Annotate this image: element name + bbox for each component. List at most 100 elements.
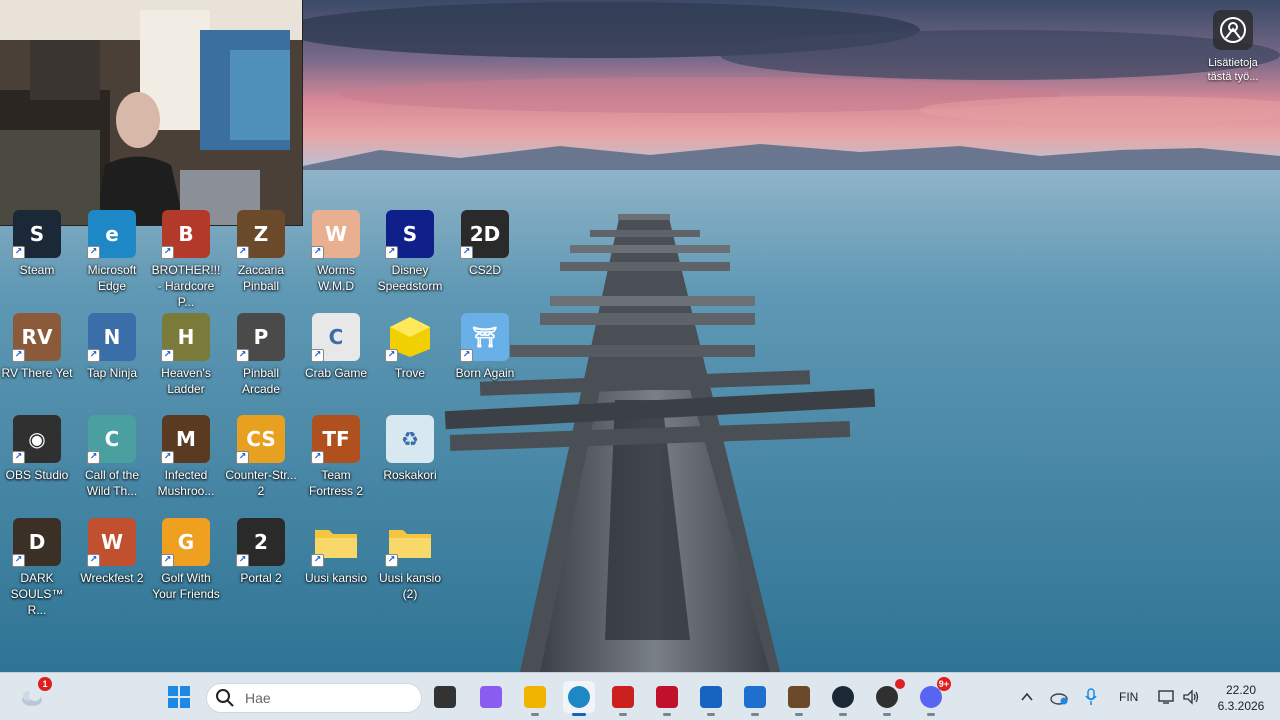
taskbar-app-game-character[interactable]	[783, 681, 815, 716]
taskbar-app-outlook[interactable]	[695, 681, 727, 716]
taskbar-app-mcafee[interactable]	[651, 681, 683, 716]
desktop-icon-label: Microsoft Edge	[87, 263, 137, 293]
shortcut-arrow-icon: ↗	[311, 246, 324, 259]
tap-ninja-icon: N ↗	[87, 313, 136, 362]
taskbar-app-file-explorer[interactable]	[519, 681, 551, 716]
microphone-tray[interactable]	[1075, 681, 1107, 713]
desktop-icon[interactable]: H ↗ Heaven's Ladder	[149, 313, 223, 397]
desktop-icon[interactable]: ⛩ ↗ Born Again	[448, 313, 522, 381]
desktop-icon[interactable]: G ↗ Golf With Your Friends	[149, 518, 223, 602]
desktop-icon[interactable]: D ↗ DARK SOULS™ R...	[0, 518, 74, 618]
desktop-icon-label: RV There Yet	[1, 366, 73, 380]
desktop-icon-label: Zaccaria Pinball	[237, 263, 284, 293]
microsoft-edge-icon	[568, 686, 590, 708]
learn-more-widget[interactable]: Lisätietoja tästä työ...	[1198, 10, 1268, 84]
desktop-icon-label: OBS Studio	[5, 468, 69, 482]
show-hidden-icons-button[interactable]	[1011, 681, 1043, 713]
shortcut-arrow-icon: ↗	[12, 554, 25, 567]
language-indicator[interactable]: FIN	[1119, 690, 1138, 704]
running-indicator	[663, 713, 671, 716]
file-explorer-dark-icon	[434, 686, 456, 708]
desktop-icon-label: CS2D	[468, 263, 501, 277]
search-input[interactable]	[245, 690, 405, 706]
taskbar-app-obs-studio[interactable]	[871, 679, 905, 716]
desktop-icon[interactable]: RV ↗ RV There Yet	[0, 313, 74, 381]
taskbar-app-steam[interactable]	[827, 681, 859, 716]
desktop-icon-label: Pinball Arcade	[241, 366, 281, 396]
desktop-icon[interactable]: ♻ Roskakori	[373, 415, 447, 483]
taskbar-app-copilot[interactable]	[475, 681, 507, 713]
desktop-icon-label: Roskakori	[383, 468, 437, 482]
learn-more-label[interactable]: Lisätietoja tästä työ...	[1198, 56, 1268, 84]
desktop-icon[interactable]: W ↗ Worms W.M.D	[299, 210, 373, 294]
pinball-arcade-icon: P ↗	[236, 313, 285, 362]
desktop-icon[interactable]: B ↗ BROTHER!!! - Hardcore P...	[149, 210, 223, 310]
desktop-icon[interactable]: N ↗ Tap Ninja	[75, 313, 149, 381]
shortcut-arrow-icon: ↗	[460, 246, 473, 259]
copilot-icon	[480, 686, 502, 708]
desktop-icon-label: BROTHER!!! - Hardcore P...	[151, 263, 221, 309]
lastpass-icon	[612, 686, 634, 708]
taskbar-app-file-explorer-dark[interactable]	[429, 681, 461, 713]
desktop-icon[interactable]: 2D ↗ CS2D	[448, 210, 522, 278]
shortcut-arrow-icon: ↗	[161, 451, 174, 464]
desktop-icon[interactable]: e ↗ Microsoft Edge	[75, 210, 149, 294]
desktop-icon[interactable]: ↗ Trove	[373, 313, 447, 381]
clock-time: 22.20	[1225, 683, 1257, 697]
weather-widget[interactable]: 1	[16, 677, 52, 713]
desktop-icon[interactable]: TF ↗ Team Fortress 2	[299, 415, 373, 499]
crab-game-icon: C ↗	[311, 313, 360, 362]
shortcut-arrow-icon: ↗	[161, 554, 174, 567]
game-character-icon	[788, 686, 810, 708]
zaccaria-pinball-icon: Z ↗	[236, 210, 285, 259]
desktop-icon[interactable]: CS ↗ Counter-Str... 2	[224, 415, 298, 499]
clock-date: 6.3.2026	[1217, 699, 1265, 713]
steam-icon: S ↗	[12, 210, 61, 259]
chevron-up-icon	[1021, 692, 1033, 701]
desktop-icon-label: Infected Mushroo...	[157, 468, 215, 498]
desktop-icon[interactable]: ↗ Uusi kansio (2)	[373, 518, 447, 602]
tf2-icon: TF ↗	[311, 415, 360, 464]
desktop-icon[interactable]: ↗ Uusi kansio	[299, 518, 373, 586]
desktop-icon[interactable]: ◉ ↗ OBS Studio	[0, 415, 74, 483]
folder-icon: ↗	[311, 518, 360, 567]
taskbar-app-microsoft-store[interactable]	[739, 681, 771, 716]
onedrive-tray[interactable]	[1043, 681, 1075, 713]
search-icon	[216, 689, 234, 707]
running-indicator	[531, 713, 539, 716]
desktop-icon[interactable]: C ↗ Crab Game	[299, 313, 373, 381]
desktop-icon-label: Heaven's Ladder	[161, 366, 211, 396]
taskbar-search[interactable]	[206, 683, 422, 713]
desktop-icon-label: Team Fortress 2	[308, 468, 363, 498]
desktop-icon-label: Uusi kansio (2)	[378, 571, 442, 601]
desktop-icon-label: Disney Speedstorm	[377, 263, 443, 293]
volume-tray[interactable]	[1175, 681, 1207, 713]
desktop-icon[interactable]: 2 ↗ Portal 2	[224, 518, 298, 586]
shortcut-arrow-icon: ↗	[236, 554, 249, 567]
shortcut-arrow-icon: ↗	[161, 246, 174, 259]
taskbar-app-discord[interactable]: 9+	[915, 677, 951, 716]
desktop-icon[interactable]: S ↗ Disney Speedstorm	[373, 210, 447, 294]
desktop-icon[interactable]: W ↗ Wreckfest 2	[75, 518, 149, 586]
desktop-icon-label: DARK SOULS™ R...	[10, 571, 64, 617]
camera-info-icon[interactable]	[1213, 10, 1253, 50]
microsoft-store-icon	[744, 686, 766, 708]
shortcut-arrow-icon: ↗	[311, 349, 324, 362]
desktop-icon[interactable]: S ↗ Steam	[0, 210, 74, 278]
running-indicator	[883, 713, 891, 716]
taskbar-app-microsoft-edge[interactable]	[563, 681, 595, 716]
desktop-icon[interactable]: Z ↗ Zaccaria Pinball	[224, 210, 298, 294]
shortcut-arrow-icon: ↗	[12, 349, 25, 362]
desktop-icon[interactable]: P ↗ Pinball Arcade	[224, 313, 298, 397]
desktop-icon-label: Crab Game	[304, 366, 368, 380]
start-button[interactable]	[163, 681, 195, 713]
brother-game-icon: B ↗	[161, 210, 210, 259]
taskbar-app-lastpass[interactable]	[607, 681, 639, 716]
shortcut-arrow-icon: ↗	[87, 349, 100, 362]
clock[interactable]: 22.20 6.3.2026	[1208, 682, 1274, 714]
shortcut-arrow-icon: ↗	[385, 349, 398, 362]
desktop-icon[interactable]: M ↗ Infected Mushroo...	[149, 415, 223, 499]
trove-icon: ↗	[385, 313, 434, 362]
desktop-icon[interactable]: C ↗ Call of the Wild Th...	[75, 415, 149, 499]
desktop-icon-label: Born Again	[455, 366, 515, 380]
